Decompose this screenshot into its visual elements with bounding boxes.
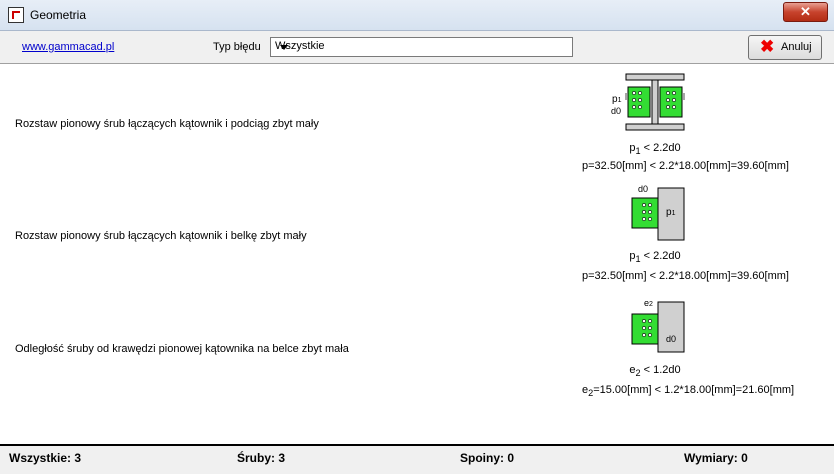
cancel-button-label: Anuluj <box>781 41 812 53</box>
chevron-down-icon[interactable] <box>275 38 292 56</box>
result-value-2: p=32.50[mm] < 2.2*18.00[mm]=39.60[mm] <box>582 270 789 282</box>
d0-label: d0 <box>638 184 648 194</box>
d0-label: d0 <box>666 334 676 344</box>
error-message-3: Odległość śruby od krawędzi pionowej kąt… <box>15 343 349 355</box>
result-value-3: e2=15.00[mm] < 1.2*18.00[mm]=21.60[mm] <box>582 384 795 399</box>
result-value-1: p=32.50[mm] < 2.2*18.00[mm]=39.60[mm] <box>582 160 789 172</box>
e2-label: e2 <box>644 298 653 308</box>
status-welds-count: Spoiny: 0 <box>460 451 515 465</box>
error-message-1: Rozstaw pionowy śrub łączących kątownik … <box>15 118 319 130</box>
app-icon <box>8 7 24 23</box>
status-bar: Wszystkie: 3 Śruby: 3 Spoiny: 0 Wymiary:… <box>0 444 834 474</box>
d0-label-left: d0 <box>611 106 621 116</box>
close-button[interactable]: ✕ <box>783 2 828 22</box>
error-message-2: Rozstaw pionowy śrub łączących kątownik … <box>15 230 307 242</box>
edge-distance-beam-diagram: e2 d0 <box>631 298 685 353</box>
error-type-select[interactable]: Wszystkie <box>270 37 573 57</box>
window-title: Geometria <box>30 8 87 22</box>
status-dims-count: Wymiary: 0 <box>684 451 748 465</box>
close-icon: ✖ <box>760 37 775 56</box>
p1-label-left: p1 <box>612 94 622 105</box>
status-bolts-count: Śruby: 3 <box>237 451 286 465</box>
condition-formula-2: p1 < 2.2d0 <box>629 250 681 265</box>
bolt-spacing-beam-diagram: d0 p1 <box>631 184 685 241</box>
toolbar: www.gammacad.pl Typ błędu Wszystkie ✖ An… <box>0 31 834 64</box>
bolt-spacing-girder-diagram: p1 d0 p1 d0 <box>611 73 685 131</box>
error-list: Rozstaw pionowy śrub łączących kątownik … <box>0 64 834 444</box>
condition-formula-1: p1 < 2.2d0 <box>629 142 681 157</box>
status-all-count: Wszystkie: 3 <box>9 451 82 465</box>
cancel-button[interactable]: ✖ Anuluj <box>748 35 822 60</box>
title-bar: Geometria ✕ <box>0 0 834 31</box>
error-type-label: Typ błędu <box>213 41 261 53</box>
condition-formula-3: e2 < 1.2d0 <box>629 364 681 379</box>
website-link[interactable]: www.gammacad.pl <box>22 41 114 53</box>
